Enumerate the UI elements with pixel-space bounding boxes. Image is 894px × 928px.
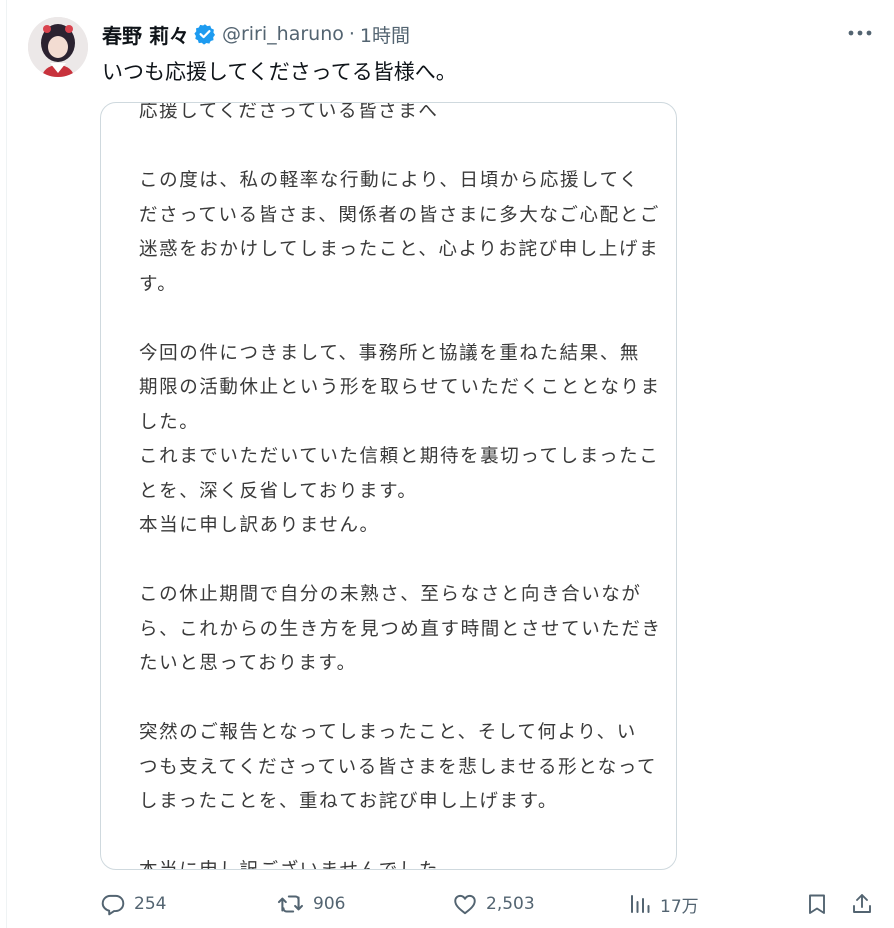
like-button[interactable]: 2,503 xyxy=(452,888,535,920)
statement-line: これまでいただいていた信頼と期待を裏切ってしまったこ xyxy=(139,446,660,467)
more-options-icon xyxy=(848,30,872,36)
statement-blank-line xyxy=(139,820,659,855)
statement-line: す。 xyxy=(139,273,178,295)
bookmark-button[interactable] xyxy=(805,888,829,920)
share-button[interactable] xyxy=(850,888,874,920)
statement-line: 本当に申し訳ありません。 xyxy=(139,515,380,536)
views-button[interactable]: 17万 xyxy=(628,888,699,920)
tweet-text: いつも応援してくださってる皆様へ。 xyxy=(102,60,457,84)
statement-blank-line xyxy=(139,302,659,337)
bookmark-icon xyxy=(809,894,825,914)
statement-blank-line xyxy=(139,544,659,579)
views-icon xyxy=(631,895,650,913)
statement-line: ださっている皆さま、関係者の皆さまに多大なご心配とご xyxy=(139,204,660,226)
statement-line: 今回の件につきまして、事務所と協議を重ねた結果、無 xyxy=(139,342,641,364)
statement-line: この休止期間で自分の未熟さ、至らなさと向き合いなが xyxy=(139,584,642,605)
statement-line: 迷惑をおかけしてしまったこと、心よりお詫び申し上げま xyxy=(139,239,660,260)
repost-button[interactable]: 906 xyxy=(277,888,345,920)
like-icon xyxy=(454,894,476,915)
reply-button[interactable]: 254 xyxy=(100,888,166,920)
avatar-image xyxy=(28,17,88,77)
repost-count: 906 xyxy=(313,894,346,914)
statement-line: 期限の活動休止という形を取らせていただくこととなりま xyxy=(139,377,661,398)
timeline-divider xyxy=(6,0,7,928)
statement-line: たいと思っております。 xyxy=(139,653,357,674)
statement-line: とを、深く反省しております。 xyxy=(139,480,418,502)
views-count: 17万 xyxy=(660,896,699,917)
reply-count: 254 xyxy=(134,894,167,914)
tweet-media-image[interactable]: 応援してくださっている皆さまへこの度は、私の軽率な行動により、日頃から応援してく… xyxy=(100,102,677,870)
action-bar: 254 906 2,503 17万 xyxy=(100,884,880,924)
tweet-header: 春野 莉々 @riri_haruno · 1時間 xyxy=(102,19,410,49)
statement-line: この度は、私の軽率な行動により、日頃から応援してく xyxy=(139,170,640,191)
statement-line: 突然のご報告となってしまったこと、そして何より、い xyxy=(139,722,637,743)
more-options-button[interactable] xyxy=(844,20,876,46)
like-count: 2,503 xyxy=(486,894,535,914)
verified-badge-icon xyxy=(194,23,216,45)
tweet[interactable]: 春野 莉々 @riri_haruno · 1時間 いつも応援してくださってる皆様… xyxy=(0,0,894,928)
statement-blank-line xyxy=(139,130,659,165)
repost-icon xyxy=(277,895,304,913)
reply-icon xyxy=(101,894,125,916)
statement-line: しまったことを、重ねてお詫び申し上げます。 xyxy=(139,791,558,812)
avatar[interactable] xyxy=(28,17,88,77)
statement-line: 本当に申し訳ございませんでした。 xyxy=(139,854,659,869)
separator-dot: · xyxy=(348,23,355,45)
share-icon xyxy=(853,894,871,913)
statement-blank-line xyxy=(139,682,659,717)
statement-line: ら、これからの生き方を見つめ直す時間とさせていただき xyxy=(139,618,662,640)
statement-text: 応援してくださっている皆さまへこの度は、私の軽率な行動により、日頃から応援してく… xyxy=(139,102,662,869)
user-handle[interactable]: @riri_haruno xyxy=(222,23,344,45)
timestamp[interactable]: 1時間 xyxy=(360,21,410,48)
statement-line: した。 xyxy=(139,411,200,433)
statement-line: 応援してくださっている皆さまへ xyxy=(139,102,439,122)
display-name[interactable]: 春野 莉々 xyxy=(102,20,189,49)
statement-line: つも支えてくださっている皆さまを悲しませる形となって xyxy=(139,756,658,778)
